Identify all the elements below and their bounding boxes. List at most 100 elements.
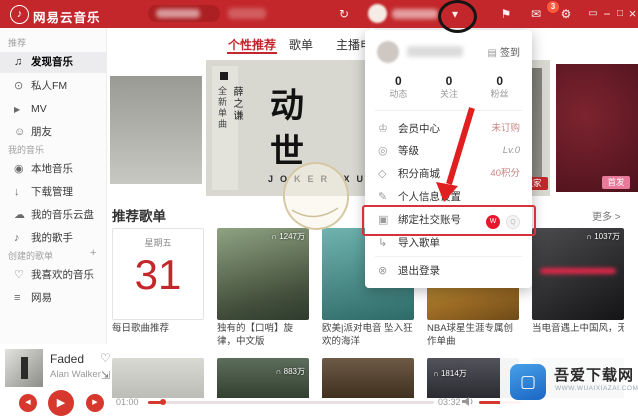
user-avatar[interactable] bbox=[368, 4, 387, 23]
sidebar-item-friends[interactable]: ☺ 朋友 bbox=[0, 122, 106, 143]
volume-icon[interactable] bbox=[462, 396, 475, 407]
user-dropdown-menu: ▤签到 0 动态 0 关注 0 粉丝 ♔ 会员中心 未订购 ◎ 等级 Lv bbox=[365, 30, 532, 288]
doodle-scribble bbox=[278, 158, 353, 236]
sidebar-item-discover[interactable]: ♫ 发现音乐 bbox=[0, 52, 106, 73]
sidebar-item-private-fm[interactable]: ⊙ 私人FM bbox=[0, 76, 106, 97]
play-count-badge: ∩ 883万 bbox=[276, 366, 305, 377]
now-playing-cover[interactable] bbox=[5, 349, 43, 387]
banner-right-partial[interactable]: 首发 bbox=[556, 64, 638, 192]
stat-following[interactable]: 0 关注 bbox=[424, 74, 475, 100]
friends-icon: ☺ bbox=[14, 122, 28, 143]
menu-item-points-mall[interactable]: ◇ 积分商城 40积分 bbox=[365, 163, 532, 185]
banner-right-tag: 首发 bbox=[602, 176, 630, 189]
sidebar-item-liked-music[interactable]: ♡ 我喜欢的音乐 bbox=[0, 265, 106, 286]
sidebar-item-local-music[interactable]: ◉ 本地音乐 bbox=[0, 159, 106, 180]
card-caption[interactable]: 独有的【口哨】旋律，中文版 bbox=[217, 323, 309, 348]
sidebar-item-label: 我的歌手 bbox=[31, 228, 73, 249]
play-button[interactable]: ▶ bbox=[48, 390, 74, 416]
calendar-weekday: 星期五 bbox=[113, 236, 203, 249]
more-link[interactable]: 更多 > bbox=[592, 208, 621, 223]
progress-bar[interactable] bbox=[148, 401, 434, 404]
search-text-blur bbox=[156, 9, 200, 18]
sidebar-item-label: 朋友 bbox=[31, 122, 52, 143]
card-playlist-partial[interactable] bbox=[112, 358, 204, 398]
checkin-button[interactable]: ▤签到 bbox=[488, 44, 520, 59]
app-logo-icon: ♪ bbox=[10, 5, 29, 24]
stat-followers[interactable]: 0 粉丝 bbox=[474, 74, 525, 100]
sidebar-section-created-playlists: 创建的歌单 bbox=[8, 249, 53, 262]
add-playlist-icon[interactable]: + bbox=[90, 247, 96, 259]
progress-handle[interactable] bbox=[160, 399, 166, 405]
tab-playlists[interactable]: 歌单 bbox=[289, 36, 313, 53]
sidebar-item-label: 本地音乐 bbox=[31, 159, 73, 180]
menu-item-label: 会员中心 bbox=[398, 118, 440, 140]
current-time: 01:00 bbox=[116, 397, 139, 407]
card-caption[interactable]: 欧美|派对电音 坠入狂欢的海洋 bbox=[322, 323, 414, 348]
card-playlist-partial[interactable] bbox=[322, 358, 414, 398]
stat-value: 0 bbox=[474, 74, 525, 88]
video-icon: ▶ bbox=[14, 99, 28, 120]
calendar-day: 31 bbox=[113, 251, 203, 299]
sidebar-item-label: 我的音乐云盘 bbox=[31, 205, 94, 226]
card-daily-recommend[interactable]: 星期五 31 bbox=[112, 228, 204, 320]
tab-personal-recommend[interactable]: 个性推荐 bbox=[228, 36, 276, 53]
title-bar[interactable]: ♪ 网易云音乐 ↻ ▾ ⚑ ✉ ⚙ ▭ − □ × bbox=[0, 0, 638, 28]
sidebar-item-mv[interactable]: ▶ MV bbox=[0, 99, 106, 120]
logout-icon: ⊗ bbox=[378, 260, 392, 282]
artist-icon: ♪ bbox=[14, 228, 28, 249]
mail-icon[interactable]: ✉ bbox=[528, 0, 544, 28]
checkin-icon: ▤ bbox=[488, 48, 497, 59]
banner-char: 动 bbox=[270, 78, 304, 127]
sidebar-item-label: 下载管理 bbox=[31, 182, 73, 203]
skin-theme-icon[interactable]: ⚑ bbox=[498, 0, 514, 28]
card-caption[interactable]: 当电音遇上中国风，无需 bbox=[532, 323, 624, 336]
sidebar-item-label: 私人FM bbox=[31, 76, 67, 97]
like-track-icon[interactable]: ♡ bbox=[100, 351, 111, 365]
user-stats: 0 动态 0 关注 0 粉丝 bbox=[373, 74, 525, 100]
card-playlist[interactable]: ∩ 1037万 bbox=[532, 228, 624, 320]
card-caption[interactable]: 每日歌曲推荐 bbox=[112, 323, 204, 336]
minimize-icon[interactable]: − bbox=[601, 0, 613, 28]
red-visor-glow bbox=[540, 268, 616, 274]
sidebar-item-my-artists[interactable]: ♪ 我的歌手 bbox=[0, 228, 106, 249]
menu-item-vip-center[interactable]: ♔ 会员中心 未订购 bbox=[365, 118, 532, 140]
sidebar-item-cloud-disk[interactable]: ☁ 我的音乐云盘 bbox=[0, 205, 106, 226]
menu-item-right-text: 40积分 bbox=[490, 163, 520, 185]
menu-item-logout[interactable]: ⊗ 退出登录 bbox=[365, 260, 532, 282]
card-playlist-partial[interactable]: ∩ 883万 bbox=[217, 358, 309, 398]
watermark-box-icon: ▢ bbox=[510, 364, 546, 400]
stat-label: 动态 bbox=[373, 88, 424, 100]
song-recognize-icon[interactable]: ↻ bbox=[336, 0, 352, 28]
maximize-icon[interactable]: □ bbox=[614, 0, 626, 28]
sidebar-section-recommend: 推荐 bbox=[8, 36, 26, 49]
settings-gear-icon[interactable]: ⚙ bbox=[558, 0, 574, 28]
close-icon[interactable]: × bbox=[627, 0, 638, 28]
stat-moments[interactable]: 0 动态 bbox=[373, 74, 424, 100]
stat-value: 0 bbox=[373, 74, 424, 88]
next-button[interactable]: ▶ bbox=[86, 394, 104, 412]
track-artist[interactable]: Alan Walker bbox=[50, 369, 101, 380]
stat-value: 0 bbox=[424, 74, 475, 88]
vip-icon: ♔ bbox=[378, 118, 392, 140]
menu-item-right-text: 未订购 bbox=[491, 118, 520, 140]
divider bbox=[375, 256, 522, 257]
watermark-site-name: 吾爱下载网 bbox=[554, 364, 634, 385]
banner-artist-vertical: 薛之谦 全新单曲 bbox=[216, 86, 244, 190]
card-caption[interactable]: NBA球星生涯专属创作单曲 bbox=[427, 323, 519, 348]
banner-left-partial[interactable] bbox=[110, 76, 202, 184]
menu-item-right-text: Lv.0 bbox=[503, 140, 520, 162]
play-count-badge: ∩ 1037万 bbox=[586, 231, 620, 242]
previous-button[interactable]: ◀ bbox=[19, 394, 37, 412]
previous-icon: ◀ bbox=[25, 399, 30, 406]
banner-artist: 薛之谦 bbox=[231, 86, 242, 122]
sidebar-item-playlist-netease[interactable]: ≡ 网易 bbox=[0, 288, 106, 309]
section-title: 推荐歌单 bbox=[112, 205, 166, 225]
sidebar-item-download-manager[interactable]: ↓ 下载管理 bbox=[0, 182, 106, 203]
avatar[interactable] bbox=[377, 41, 399, 63]
download-icon: ↓ bbox=[14, 182, 28, 203]
menu-item-level[interactable]: ◎ 等级 Lv.0 bbox=[365, 140, 532, 162]
mini-player-icon[interactable]: ▭ bbox=[586, 0, 600, 28]
track-title[interactable]: Faded bbox=[50, 352, 84, 366]
share-track-icon[interactable]: ⇲ bbox=[101, 369, 110, 382]
card-playlist[interactable]: ∩ 1247万 bbox=[217, 228, 309, 320]
